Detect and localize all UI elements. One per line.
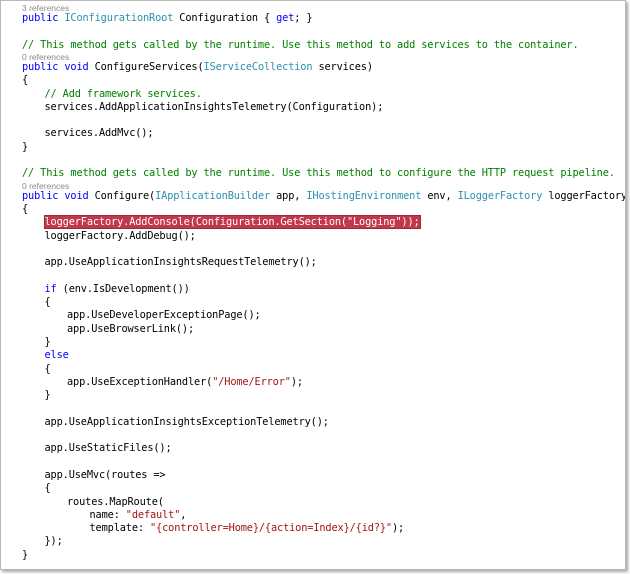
- code-line: services.AddApplicationInsightsTelemetry…: [45, 101, 626, 114]
- code-line: if (env.IsDevelopment()): [45, 283, 626, 296]
- code-line: loggerFactory.AddDebug();: [45, 230, 626, 243]
- string-token: "default": [125, 508, 181, 521]
- code-token: {: [22, 74, 29, 87]
- code-token: {: [22, 202, 29, 215]
- comment-token: // Add framework services.: [44, 87, 202, 100]
- code-token: }: [22, 140, 29, 153]
- code-line: // This method gets called by the runtim…: [22, 167, 625, 180]
- code-token: app,: [270, 189, 307, 202]
- code-line: }: [22, 141, 625, 154]
- code-line: }: [22, 549, 625, 562]
- code-token: );: [391, 522, 405, 535]
- code-token: }: [22, 548, 29, 561]
- code-token: Configuration {: [173, 12, 277, 24]
- code-token: app.UseApplicationInsightsRequestTelemet…: [44, 256, 317, 269]
- code-token: app.UseApplicationInsightsExceptionTelem…: [44, 415, 329, 428]
- code-token: app.UseStaticFiles();: [44, 442, 172, 455]
- code-token: name:: [89, 508, 126, 521]
- code-token: Configure(: [88, 189, 156, 202]
- code-token: {: [44, 362, 51, 375]
- comment-token: // This method gets called by the runtim…: [22, 38, 579, 51]
- keyword-token: public: [22, 189, 59, 202]
- code-line: app.UseBrowserLink();: [67, 323, 625, 336]
- code-line: }: [45, 389, 626, 402]
- code-token: }: [44, 389, 51, 402]
- code-token: loggerFactory.AddConsole(Configuration.G…: [44, 216, 420, 229]
- code-line: {: [45, 363, 626, 376]
- code-line: name: "default",: [90, 509, 626, 522]
- keyword-token: public: [22, 60, 59, 73]
- code-line: app.UseApplicationInsightsRequestTelemet…: [45, 256, 626, 269]
- code-token: services.AddApplicationInsightsTelemetry…: [44, 100, 384, 113]
- code-line: app.UseApplicationInsightsExceptionTelem…: [45, 416, 626, 429]
- selection-highlight: loggerFactory.AddConsole(Configuration.G…: [43, 215, 421, 230]
- code-line: public IConfigurationRoot Configuration …: [22, 12, 625, 25]
- keyword-token: void: [64, 60, 89, 73]
- keyword-token: public: [22, 12, 59, 24]
- code-token: app.UseExceptionHandler(: [67, 375, 213, 388]
- keyword-token: else: [44, 349, 69, 362]
- code-line: public void Configure(IApplicationBuilde…: [22, 190, 625, 203]
- code-token: {: [44, 482, 51, 495]
- code-editor-screenshot: 3 references public IConfigurationRoot Co…: [0, 0, 626, 570]
- code-token: ,: [180, 508, 187, 521]
- highlighted-code-line: loggerFactory.AddConsole(Configuration.G…: [43, 215, 626, 230]
- keyword-token: void: [64, 189, 89, 202]
- code-token: loggerFactory): [542, 189, 626, 202]
- code-line: });: [45, 535, 626, 548]
- code-token: });: [44, 535, 63, 548]
- type-token: IConfigurationRoot: [64, 12, 174, 24]
- code-token: loggerFactory.AddDebug();: [44, 229, 196, 242]
- code-token: env,: [421, 189, 458, 202]
- code-token: }: [44, 335, 51, 348]
- code-token: app.UseMvc(routes =>: [44, 468, 166, 481]
- code-line: app.UseMvc(routes =>: [45, 469, 626, 482]
- code-token: services): [312, 60, 373, 73]
- code-line: public void ConfigureServices(IServiceCo…: [22, 61, 625, 74]
- code-line: {: [22, 203, 625, 216]
- code-line: {: [22, 74, 625, 87]
- type-token: IApplicationBuilder: [155, 189, 271, 202]
- code-line: app.UseExceptionHandler("/Home/Error");: [67, 376, 625, 389]
- type-token: ILoggerFactory: [457, 189, 543, 202]
- keyword-token: get: [276, 12, 295, 24]
- string-token: "{controller=Home}/{action=Index}/{id?}": [150, 522, 392, 535]
- code-token: ; }: [294, 12, 313, 24]
- code-token: {: [44, 296, 51, 308]
- code-line: app.UseStaticFiles();: [45, 442, 626, 455]
- code-line: routes.MapRoute(: [67, 496, 625, 509]
- type-token: IHostingEnvironment: [306, 189, 422, 202]
- code-line: template: "{controller=Home}/{action=Ind…: [90, 522, 626, 535]
- code-line: {: [45, 482, 626, 495]
- code-editor[interactable]: 3 references public IConfigurationRoot Co…: [1, 1, 625, 569]
- code-line: }: [45, 336, 626, 349]
- code-token: routes.MapRoute(: [67, 495, 164, 508]
- comment-token: // This method gets called by the runtim…: [22, 167, 615, 180]
- code-token: app.UseBrowserLink();: [67, 322, 195, 335]
- code-token: );: [290, 375, 303, 388]
- code-token: (env.IsDevelopment()): [56, 282, 190, 295]
- code-token: app.UseDeveloperExceptionPage();: [67, 309, 261, 322]
- keyword-token: if: [44, 282, 57, 295]
- code-line: app.UseDeveloperExceptionPage();: [67, 309, 625, 322]
- string-token: "/Home/Error": [212, 375, 291, 388]
- code-token: ConfigureServices(: [88, 60, 204, 73]
- code-line: services.AddMvc();: [45, 127, 626, 140]
- code-line: // This method gets called by the runtim…: [22, 39, 625, 52]
- code-line: // Add framework services.: [45, 88, 626, 101]
- code-line: {: [45, 296, 626, 309]
- code-token: template:: [89, 522, 150, 535]
- code-line: else: [45, 349, 626, 362]
- type-token: IServiceCollection: [203, 60, 313, 73]
- code-token: services.AddMvc();: [44, 127, 154, 140]
